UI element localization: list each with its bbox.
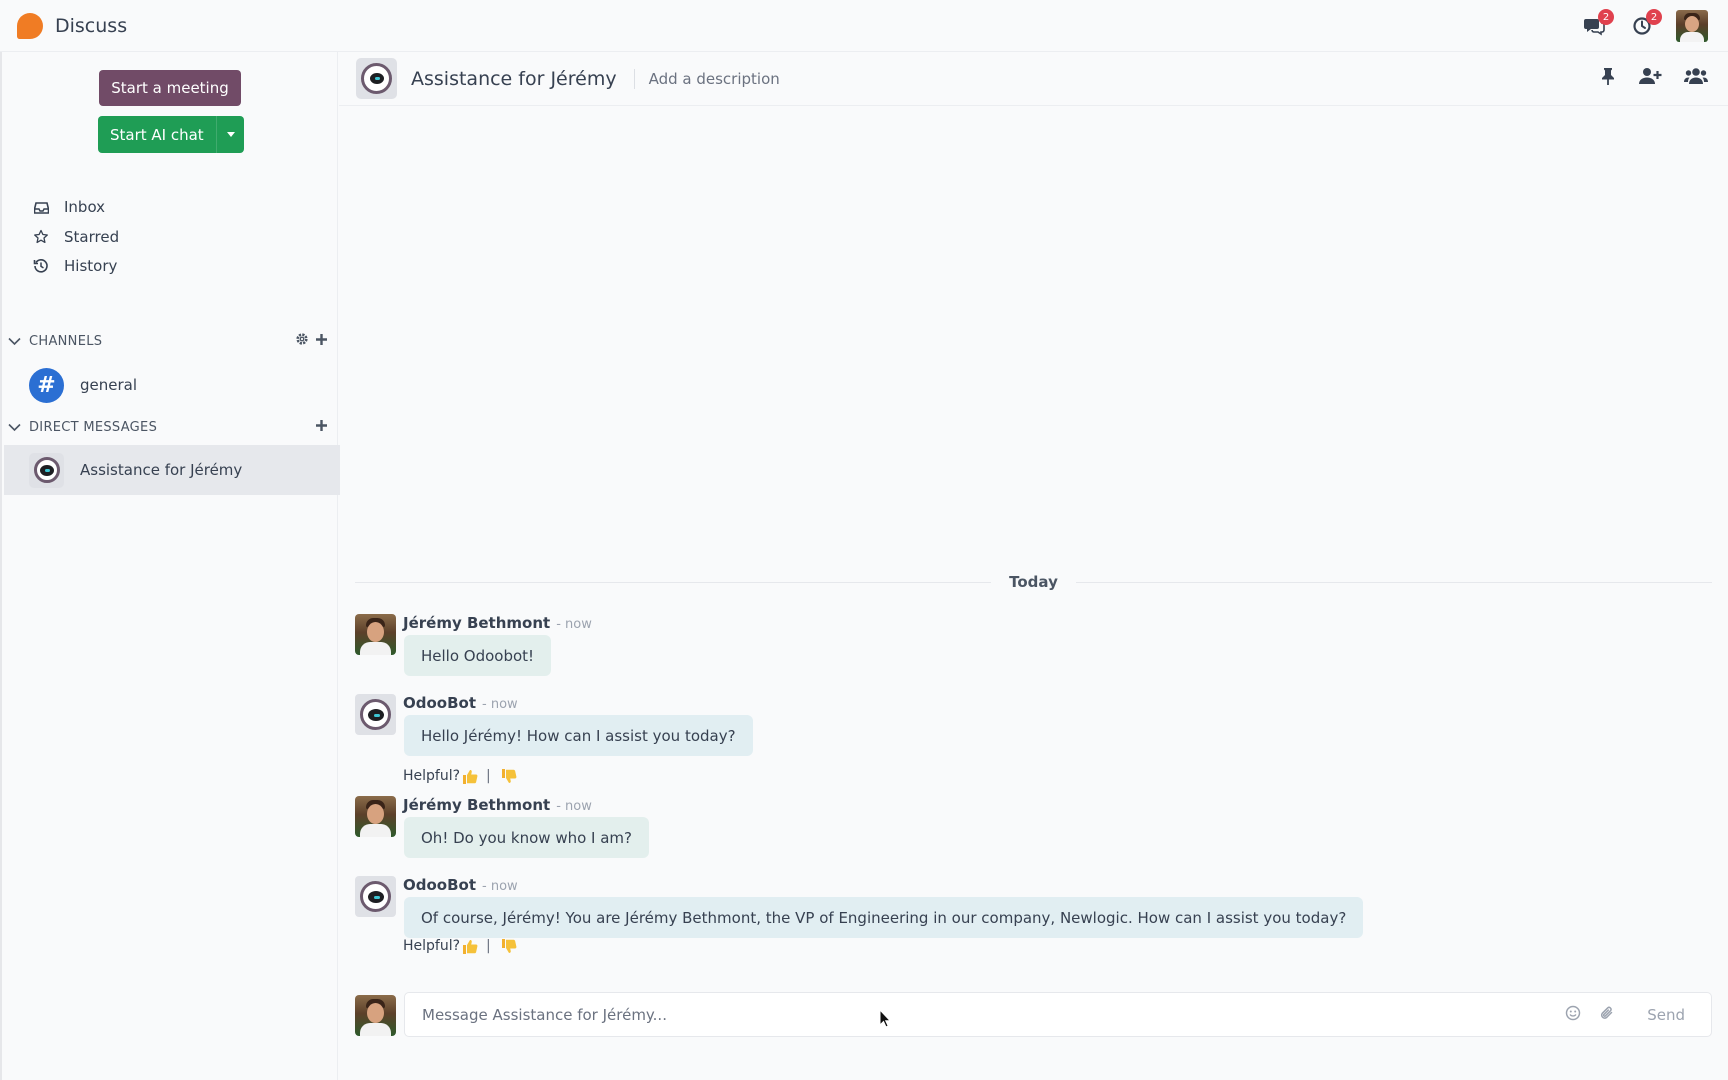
add-channel-plus-icon[interactable] [315, 333, 328, 350]
thumbs-up-icon[interactable] [462, 939, 478, 954]
message-time: - now [482, 879, 518, 894]
message-header: OdooBot - now [403, 694, 518, 712]
discuss-sidebar: Start a meeting Start AI chat Inbox Star… [0, 52, 340, 1080]
messages-badge: 2 [1598, 9, 1614, 25]
sidebar-item-inbox[interactable]: Inbox [30, 195, 105, 219]
thread-description-field[interactable]: Add a description [649, 70, 780, 88]
start-ai-chat-dropdown-toggle[interactable] [216, 116, 244, 153]
message-composer: Send [404, 992, 1712, 1037]
message-bubble: Hello Jérémy! How can I assist you today… [404, 715, 753, 756]
mouse-cursor-icon [879, 1009, 892, 1028]
helpful-separator: | [486, 768, 491, 784]
helpful-feedback: Helpful? | [403, 938, 517, 954]
message-time: - now [556, 617, 592, 632]
channel-label: general [80, 376, 138, 394]
helpful-label: Helpful? [403, 938, 461, 954]
sidebar-item-starred[interactable]: Starred [30, 225, 119, 249]
star-icon [30, 229, 52, 245]
activities-menu[interactable]: 2 [1628, 9, 1662, 40]
author-avatar[interactable] [355, 614, 396, 655]
start-ai-chat-button[interactable]: Start AI chat [98, 116, 244, 153]
thumbs-down-icon[interactable] [501, 938, 517, 954]
message-input[interactable] [405, 993, 1566, 1036]
channels-section-header[interactable]: CHANNELS [8, 330, 328, 352]
message-time: - now [556, 799, 592, 814]
message-author[interactable]: OdooBot [403, 876, 476, 894]
message-header: OdooBot - now [403, 876, 518, 894]
odoobot-avatar[interactable] [355, 876, 396, 917]
activities-badge: 2 [1646, 9, 1662, 25]
date-divider: Today [355, 572, 1713, 592]
discuss-logo-icon [17, 12, 43, 39]
app-brand[interactable]: Discuss [17, 12, 128, 39]
message-bubble: Hello Odoobot! [404, 635, 552, 676]
header-divider [633, 68, 635, 89]
emoji-icon[interactable] [1565, 1005, 1581, 1025]
members-icon[interactable] [1684, 67, 1708, 89]
thumbs-down-icon[interactable] [501, 768, 517, 784]
message-header: Jérémy Bethmont - now [403, 796, 592, 814]
systray: 2 2 [1580, 9, 1708, 43]
inbox-icon [30, 201, 52, 214]
sidebar-item-label: Starred [64, 228, 120, 246]
top-navbar: Discuss 2 2 [0, 0, 1728, 52]
message-author[interactable]: Jérémy Bethmont [403, 796, 550, 814]
message-bubble: Of course, Jérémy! You are Jérémy Bethmo… [404, 897, 1364, 938]
thread-actions [1600, 66, 1708, 90]
odoobot-avatar[interactable] [355, 694, 396, 735]
chevron-down-icon[interactable] [8, 423, 21, 432]
helpful-label: Helpful? [403, 768, 461, 784]
channels-header-label: CHANNELS [29, 333, 103, 349]
helpful-separator: | [486, 938, 491, 954]
date-divider-label: Today [1009, 573, 1058, 591]
start-ai-chat-label[interactable]: Start AI chat [98, 126, 216, 144]
message-author[interactable]: Jérémy Bethmont [403, 614, 550, 632]
odoobot-avatar [29, 452, 64, 488]
channel-item-general[interactable]: # general [4, 360, 340, 410]
send-button[interactable]: Send [1647, 1006, 1685, 1024]
thread-title[interactable]: Assistance for Jérémy [411, 68, 617, 90]
history-icon [30, 258, 52, 274]
user-avatar[interactable] [1676, 10, 1708, 42]
start-meeting-button[interactable]: Start a meeting [99, 70, 241, 106]
dm-label: Assistance for Jérémy [80, 461, 243, 479]
author-avatar [355, 995, 396, 1036]
pin-icon[interactable] [1600, 66, 1616, 90]
thread-header: Assistance for Jérémy Add a description [339, 52, 1728, 106]
message-header: Jérémy Bethmont - now [403, 614, 592, 632]
messages-menu[interactable]: 2 [1580, 9, 1614, 40]
chevron-down-icon[interactable] [8, 337, 21, 346]
channel-settings-gear-icon[interactable] [295, 332, 309, 350]
message-author[interactable]: OdooBot [403, 694, 476, 712]
caret-down-icon [226, 132, 235, 137]
composer-user-avatar [355, 995, 396, 1036]
add-user-icon[interactable] [1638, 67, 1662, 89]
message-bubble: Oh! Do you know who I am? [404, 817, 650, 858]
paperclip-icon[interactable] [1599, 1005, 1615, 1025]
sidebar-item-label: History [64, 257, 118, 275]
helpful-feedback: Helpful? | [403, 768, 517, 784]
hash-icon: # [29, 367, 64, 403]
thread-avatar [356, 58, 397, 99]
direct-messages-header-label: DIRECT MESSAGES [29, 419, 158, 435]
dm-item-assistance-for-jeremy[interactable]: Assistance for Jérémy [4, 445, 340, 495]
message-time: - now [482, 697, 518, 712]
composer-tools: Send [1565, 1005, 1685, 1025]
add-direct-message-plus-icon[interactable] [315, 419, 328, 436]
sidebar-item-label: Inbox [64, 198, 106, 216]
direct-messages-section-header[interactable]: DIRECT MESSAGES [8, 416, 328, 438]
app-title: Discuss [55, 14, 128, 37]
author-avatar[interactable] [355, 796, 396, 837]
thumbs-up-icon[interactable] [462, 769, 478, 784]
sidebar-item-history[interactable]: History [30, 254, 117, 278]
